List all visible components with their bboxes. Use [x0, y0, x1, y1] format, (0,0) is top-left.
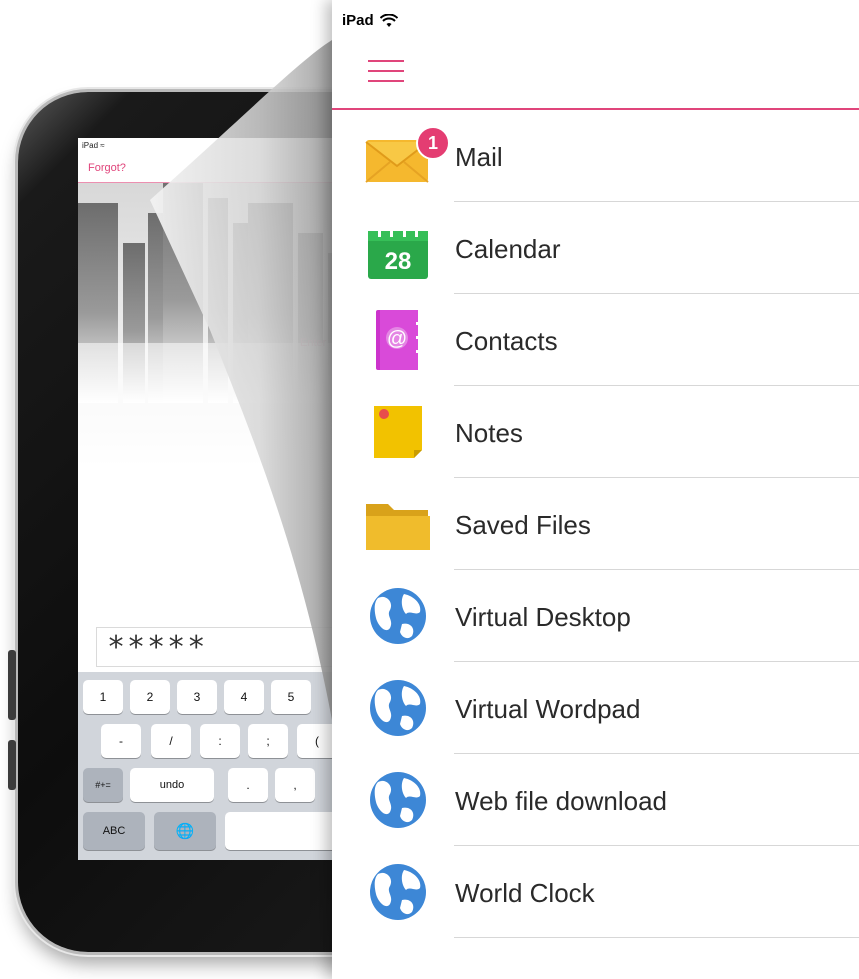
key-period[interactable]: . [228, 768, 268, 802]
side-menu-panel: iPad 1 Mail 28 Calendar @ Contacts Notes… [332, 0, 859, 979]
globe-icon: 🌐 [175, 823, 195, 840]
notes-icon [374, 406, 422, 458]
volume-button-lower [8, 740, 16, 790]
globe-icon [370, 864, 426, 920]
key-4[interactable]: 4 [224, 680, 264, 714]
menu-item-label: World Clock [455, 878, 595, 908]
folder-icon [366, 504, 430, 550]
calendar-icon: 28 [368, 225, 428, 279]
key-globe[interactable]: 🌐 [154, 812, 216, 850]
device-name: iPad [342, 12, 374, 29]
mini-status-bar: iPad ≈ [82, 141, 105, 150]
globe-icon [370, 588, 426, 644]
menu-item-label: Mail [455, 142, 503, 172]
wifi-icon [379, 13, 398, 27]
menu-item-label: Notes [455, 418, 523, 448]
menu-item-label: Calendar [455, 234, 561, 264]
hamburger-menu-button[interactable] [368, 58, 404, 84]
globe-icon [370, 680, 426, 736]
key-open-paren[interactable]: ( [297, 724, 337, 758]
unread-count-badge: 1 [416, 126, 450, 160]
key-3[interactable]: 3 [177, 680, 217, 714]
hamburger-icon [368, 60, 404, 62]
password-hint: Enter [300, 337, 327, 349]
globe-icon [370, 772, 426, 828]
menu-item-label: Web file download [455, 786, 667, 816]
hamburger-line [368, 80, 404, 82]
menu-item-calendar[interactable]: 28 Calendar [332, 202, 859, 294]
menu-item-label: Saved Files [455, 510, 591, 540]
key-undo[interactable]: undo [130, 768, 214, 802]
menu-item-label: Contacts [455, 326, 558, 356]
key-comma[interactable]: , [275, 768, 315, 802]
wifi-icon: ≈ [100, 141, 105, 150]
key-1[interactable]: 1 [83, 680, 123, 714]
menu-item-label: Virtual Desktop [455, 602, 631, 632]
menu-item-mail[interactable]: 1 Mail [332, 110, 859, 202]
key-symbols[interactable]: #+= [83, 768, 123, 802]
svg-text:@: @ [387, 328, 407, 350]
menu-item-label: Virtual Wordpad [455, 694, 641, 724]
status-bar: iPad [342, 12, 398, 29]
contacts-icon: @ [376, 310, 422, 370]
menu-item-contacts[interactable]: @ Contacts [332, 294, 859, 386]
key-5[interactable]: 5 [271, 680, 311, 714]
menu-item-saved-files[interactable]: Saved Files [332, 478, 859, 570]
menu-item-virtual-wordpad[interactable]: Virtual Wordpad [332, 662, 859, 754]
key-2[interactable]: 2 [130, 680, 170, 714]
forgot-link[interactable]: Forgot? [88, 162, 126, 174]
key-slash[interactable]: / [151, 724, 191, 758]
key-dash[interactable]: - [101, 724, 141, 758]
key-abc[interactable]: ABC [83, 812, 145, 850]
menu-item-notes[interactable]: Notes [332, 386, 859, 478]
menu-separator [454, 937, 859, 938]
volume-button [8, 650, 16, 720]
hamburger-line [368, 70, 404, 72]
svg-text:28: 28 [385, 248, 412, 275]
key-colon[interactable]: : [200, 724, 240, 758]
menu-item-virtual-desktop[interactable]: Virtual Desktop [332, 570, 859, 662]
menu-item-web-file-download[interactable]: Web file download [332, 754, 859, 846]
key-semicolon[interactable]: ; [248, 724, 288, 758]
menu-item-world-clock[interactable]: World Clock [332, 846, 859, 938]
